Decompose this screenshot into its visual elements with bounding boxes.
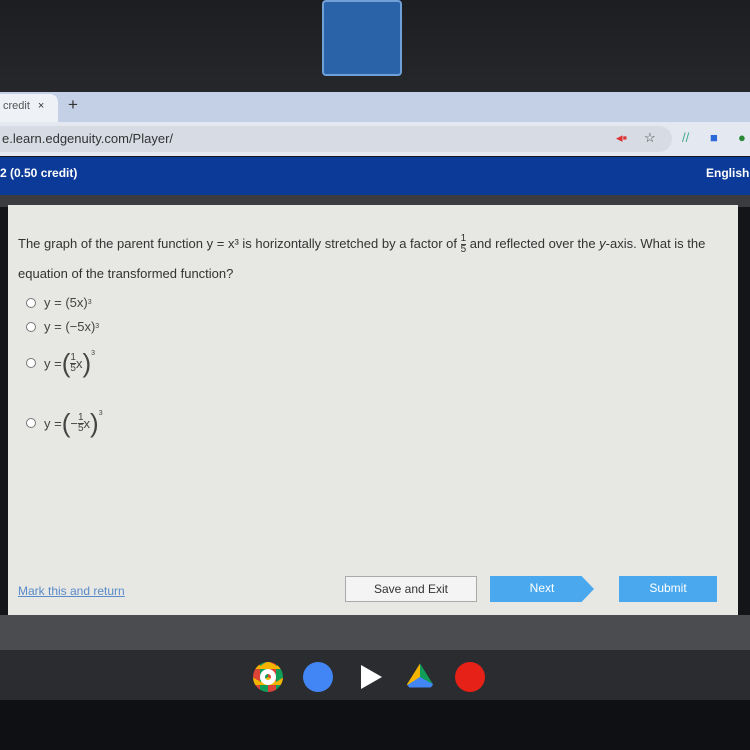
answer-option[interactable]: y =(1 5 x) 3: [26, 350, 95, 376]
star-icon[interactable]: ☆: [644, 130, 656, 146]
option-text: y = (5x): [44, 295, 88, 310]
exponent: 3: [98, 410, 103, 417]
blocked-popup-icon[interactable]: ◂▪: [616, 130, 627, 146]
close-icon[interactable]: ×: [38, 100, 44, 112]
intel-sticker: [322, 0, 402, 76]
save-and-exit-button[interactable]: Save and Exit: [345, 576, 477, 602]
answer-option[interactable]: y =(−1 5 x) 3: [26, 410, 103, 436]
paren: ): [82, 348, 92, 378]
credit-label: 2 (0.50 credit): [0, 166, 78, 180]
q-text: and reflected over the: [466, 236, 600, 251]
new-tab-button[interactable]: +: [68, 95, 78, 115]
paren: (: [61, 408, 71, 438]
answer-option[interactable]: y = (5x) 3: [26, 295, 92, 310]
radio-button[interactable]: [26, 358, 36, 368]
radio-button[interactable]: [26, 321, 36, 332]
answer-option[interactable]: y = (−5x) 3: [26, 319, 99, 334]
puzzle-extension-icon[interactable]: ■: [710, 130, 718, 145]
exponent: 3: [87, 299, 92, 306]
docs-icon[interactable]: [303, 662, 333, 692]
extension-icon[interactable]: //: [682, 130, 689, 145]
language-selector[interactable]: English: [706, 166, 749, 180]
q-func: y = x³: [206, 236, 239, 251]
q-text: is horizontally stretched by a factor of: [238, 236, 461, 251]
paren: (: [61, 348, 71, 378]
option-text: y =: [44, 415, 62, 431]
youtube-icon[interactable]: [455, 662, 485, 692]
chrome-icon[interactable]: [253, 662, 283, 692]
tab-title: credit: [3, 100, 30, 112]
option-text: y = (−5x): [44, 319, 96, 334]
radio-button[interactable]: [26, 297, 36, 308]
q-text: The graph of the parent function: [18, 236, 207, 251]
exponent: 3: [95, 323, 100, 330]
profile-icon[interactable]: ●: [738, 130, 746, 145]
option-text: y =: [44, 355, 62, 371]
course-header: [0, 157, 750, 195]
radio-button[interactable]: [26, 418, 36, 428]
desktop-background: [0, 615, 750, 650]
exponent: 3: [91, 350, 96, 357]
tab-strip: [0, 92, 750, 122]
paren: ): [90, 408, 99, 438]
submit-button[interactable]: Submit: [619, 576, 717, 602]
sign: −: [70, 415, 78, 431]
next-button[interactable]: Next: [490, 576, 594, 602]
mark-and-return-link[interactable]: Mark this and return: [18, 584, 125, 598]
laptop-bottom-bezel: [0, 700, 750, 750]
question-text: The graph of the parent function y = x³ …: [18, 229, 730, 289]
address-bar[interactable]: e.learn.edgenuity.com/Player/: [0, 126, 672, 152]
browser-tab[interactable]: credit ×: [0, 94, 58, 122]
